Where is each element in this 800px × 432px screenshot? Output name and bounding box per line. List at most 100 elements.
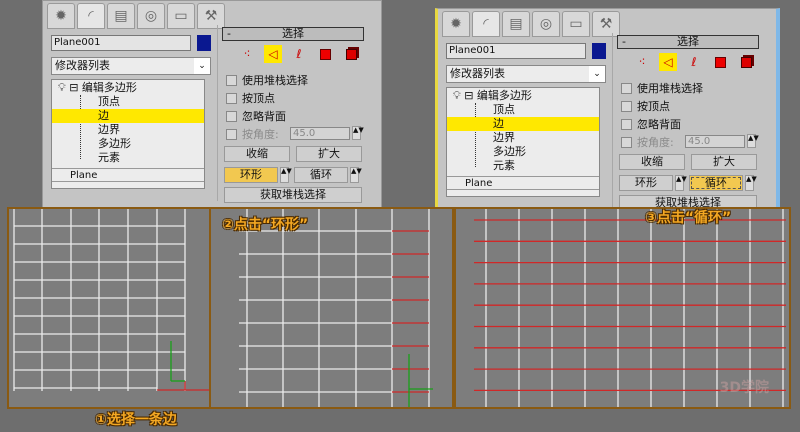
selection-rollout: - 选择 ⁖ ◁ ℓ 使用堆栈选择 按顶点 忽略背面 按角度: 45.0 ▲▼ 收缩 扩大 环形 ▲… [612, 33, 772, 211]
by-angle-checkbox[interactable]: 按角度: [226, 127, 279, 141]
element-icon[interactable] [342, 45, 360, 63]
caption-step3: ③点击“循环” [645, 210, 732, 226]
get-stack-selection-button[interactable]: 获取堆栈选择 [224, 187, 362, 203]
checkbox[interactable] [621, 82, 632, 94]
border-icon[interactable]: ℓ [685, 53, 703, 71]
shrink-button[interactable]: 收缩 [619, 154, 685, 170]
edge-icon[interactable]: ◁ [659, 53, 677, 71]
loop-spinner[interactable]: ▲▼ [745, 175, 757, 191]
modifier-list-dropdown[interactable]: 修改器列表 ⌄ [51, 57, 211, 75]
tab-motion-icon[interactable]: ◎ [137, 3, 165, 29]
checkbox-option[interactable]: 按顶点 [226, 91, 275, 105]
modifier-list-label: 修改器列表 [55, 59, 110, 72]
ring-button[interactable]: 环形 [619, 175, 673, 191]
polygon-icon[interactable] [316, 45, 334, 63]
tab-hierarchy-icon[interactable]: ▤ [107, 3, 135, 29]
tab-motion-icon[interactable]: ◎ [532, 11, 560, 37]
stack-item-subobject[interactable]: 边 [447, 117, 599, 131]
checkbox[interactable] [226, 110, 237, 122]
loop-button[interactable]: 循环 [689, 175, 743, 191]
stack-item-subobject[interactable]: 边 [52, 109, 204, 123]
angle-input[interactable]: 45.0 [685, 135, 745, 148]
checkbox-label: 按角度: [637, 136, 674, 149]
angle-input[interactable]: 45.0 [290, 127, 350, 140]
collapse-icon[interactable]: ⊟ [464, 89, 473, 102]
object-name-input[interactable]: Plane001 [446, 43, 586, 59]
stack-item-base[interactable]: Plane [52, 168, 204, 182]
tab-display-icon[interactable]: ▭ [167, 3, 195, 29]
modifier-label: 编辑多边形 [476, 89, 532, 102]
stack-item-subobject[interactable]: 多边形 [52, 137, 204, 151]
ring-button[interactable]: 环形 [224, 167, 278, 183]
viewport-ring[interactable] [209, 207, 454, 409]
object-color-swatch[interactable] [592, 43, 606, 59]
checkbox[interactable] [226, 128, 237, 140]
checkbox[interactable] [226, 74, 237, 86]
lightbulb-icon[interactable]: 💡︎ [58, 81, 66, 94]
tab-hierarchy-icon[interactable]: ▤ [502, 11, 530, 37]
ring-spinner[interactable]: ▲▼ [675, 175, 687, 191]
tab-create-icon[interactable]: ✹ [442, 11, 470, 37]
checkbox-option[interactable]: 忽略背面 [226, 109, 286, 123]
viewport-select-edge[interactable] [7, 207, 211, 409]
tab-modify-icon[interactable]: ◜ [77, 3, 105, 29]
chevron-down-icon[interactable]: ⌄ [589, 66, 605, 82]
loop-button[interactable]: 循环 [294, 167, 348, 183]
stack-item-subobject[interactable]: 元素 [447, 159, 599, 173]
checkbox-option[interactable]: 忽略背面 [621, 117, 681, 131]
object-color-swatch[interactable] [197, 35, 211, 51]
ring-spinner[interactable]: ▲▼ [280, 167, 292, 183]
checkbox[interactable] [621, 118, 632, 130]
stack-item-subobject[interactable]: 边界 [52, 123, 204, 137]
tab-modify-icon[interactable]: ◜ [472, 11, 500, 37]
grow-button[interactable]: 扩大 [296, 146, 362, 162]
checkbox-option[interactable]: 使用堆栈选择 [226, 73, 308, 87]
stack-item-modifier[interactable]: 💡︎ ⊟ 编辑多边形 [447, 89, 599, 103]
modifier-stack: 💡︎ ⊟ 编辑多边形 顶点边边界 多边形 元素 Plane [51, 79, 205, 189]
checkbox[interactable] [621, 100, 632, 112]
element-icon[interactable] [737, 53, 755, 71]
shrink-button[interactable]: 收缩 [224, 146, 290, 162]
checkbox[interactable] [621, 136, 632, 148]
collapse-icon[interactable]: - [622, 36, 626, 48]
tab-display-icon[interactable]: ▭ [562, 11, 590, 37]
stack-item-subobject[interactable]: 多边形 [447, 145, 599, 159]
modifier-list-label: 修改器列表 [450, 67, 505, 80]
angle-spinner[interactable]: ▲▼ [747, 134, 759, 148]
edge-icon[interactable]: ◁ [264, 45, 282, 63]
vertex-icon[interactable]: ⁖ [238, 45, 256, 63]
object-name-input[interactable]: Plane001 [51, 35, 191, 51]
collapse-icon[interactable]: - [227, 28, 231, 40]
grow-button[interactable]: 扩大 [691, 154, 757, 170]
collapse-icon[interactable]: ⊟ [69, 81, 78, 94]
vertex-icon[interactable]: ⁖ [633, 53, 651, 71]
checkbox-label: 忽略背面 [242, 110, 286, 123]
modifier-stack: 💡︎ ⊟ 编辑多边形 顶点边边界 多边形 元素 Plane [446, 87, 600, 197]
viewport-loop[interactable]: 3D学院 [454, 207, 791, 409]
chevron-down-icon[interactable]: ⌄ [194, 58, 210, 74]
stack-item-modifier[interactable]: 💡︎ ⊟ 编辑多边形 [52, 81, 204, 95]
stack-item-base[interactable]: Plane [447, 176, 599, 190]
checkbox-label: 使用堆栈选择 [637, 82, 703, 95]
checkbox[interactable] [226, 92, 237, 104]
stack-item-subobject[interactable]: 边界 [447, 131, 599, 145]
tab-create-icon[interactable]: ✹ [47, 3, 75, 29]
stack-item-subobject[interactable]: 元素 [52, 151, 204, 165]
stack-item-subobject[interactable]: 顶点 [447, 103, 599, 117]
watermark: 3D学院 [719, 380, 769, 396]
border-icon[interactable]: ℓ [290, 45, 308, 63]
subobject-icons: ⁖ ◁ ℓ [633, 53, 755, 71]
checkbox-label: 使用堆栈选择 [242, 74, 308, 87]
polygon-icon[interactable] [711, 53, 729, 71]
rollout-header[interactable]: - 选择 [617, 35, 759, 49]
angle-spinner[interactable]: ▲▼ [352, 126, 364, 140]
checkbox-option[interactable]: 使用堆栈选择 [621, 81, 703, 95]
modifier-list-dropdown[interactable]: 修改器列表 ⌄ [446, 65, 606, 83]
checkbox-option[interactable]: 按顶点 [621, 99, 670, 113]
rollout-header[interactable]: - 选择 [222, 27, 364, 41]
lightbulb-icon[interactable]: 💡︎ [453, 89, 461, 102]
stack-item-subobject[interactable]: 顶点 [52, 95, 204, 109]
by-angle-checkbox[interactable]: 按角度: [621, 135, 674, 149]
loop-spinner[interactable]: ▲▼ [350, 167, 362, 183]
checkbox-label: 忽略背面 [637, 118, 681, 131]
